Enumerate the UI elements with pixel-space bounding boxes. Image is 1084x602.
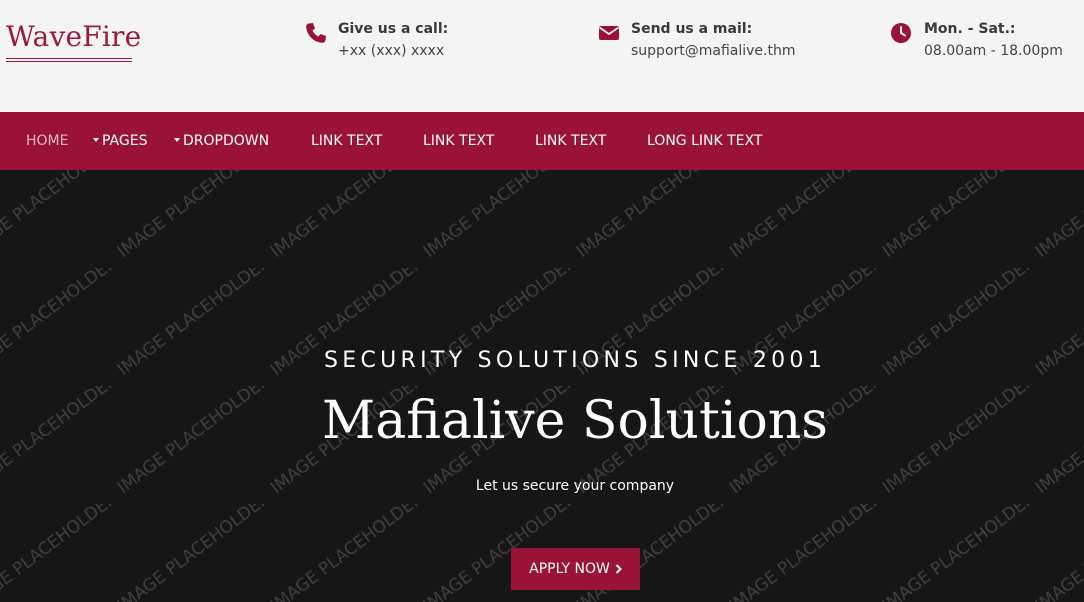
nav-link-1-label: LINK TEXT — [311, 133, 383, 149]
nav-long-link-label: LONG LINK TEXT — [647, 133, 763, 149]
hero-kicker: SECURITY SOLUTIONS SINCE 2001 — [323, 348, 827, 373]
contact-hours-title: Mon. - Sat.: — [924, 21, 1016, 37]
top-header: WaveFire Give us a call: +xx (xxx) xxxx … — [0, 0, 1084, 112]
nav-link-3-label: LINK TEXT — [535, 133, 607, 149]
chevron-right-icon — [615, 564, 622, 574]
image-placeholder-watermark: IMAGE PLACEHOLDER — [0, 170, 1084, 602]
contact-phone-value: +xx (xxx) xxxx — [338, 43, 445, 59]
contact-mail: Send us a mail: support@mafialive.thm — [597, 20, 796, 60]
nav-link-2[interactable]: LINK TEXT — [423, 112, 494, 170]
nav-pages-label: PAGES — [102, 133, 148, 149]
contact-phone-title: Give us a call: — [338, 21, 449, 37]
main-nav: HOME PAGES DROPDOWN LINK TEXT LINK TEXT … — [0, 112, 1084, 170]
site-logo[interactable]: WaveFire — [6, 20, 141, 53]
hero-banner: IMAGE PLACEHOLDER SECURITY SOLUTIONS SIN… — [0, 170, 1084, 602]
nav-long-link[interactable]: LONG LINK TEXT — [647, 112, 762, 170]
contact-hours: Mon. - Sat.: 08.00am - 18.00pm — [890, 20, 1063, 60]
nav-link-2-label: LINK TEXT — [423, 133, 495, 149]
contact-hours-value: 08.00am - 18.00pm — [924, 43, 1063, 59]
apply-now-label: APPLY NOW — [529, 561, 610, 577]
nav-home[interactable]: HOME — [26, 112, 68, 170]
nav-link-1[interactable]: LINK TEXT — [311, 112, 382, 170]
nav-link-3[interactable]: LINK TEXT — [535, 112, 606, 170]
hero-title: Mafialive Solutions — [322, 391, 828, 451]
nav-home-label: HOME — [26, 133, 69, 149]
logo-underline — [6, 58, 132, 62]
phone-icon — [306, 23, 326, 43]
contact-mail-title: Send us a mail: — [631, 21, 753, 37]
caret-down-icon — [174, 138, 180, 142]
caret-down-icon — [93, 138, 99, 142]
clock-icon — [891, 23, 911, 43]
contact-mail-value: support@mafialive.thm — [631, 43, 796, 59]
apply-now-button[interactable]: APPLY NOW — [511, 548, 640, 590]
nav-dropdown[interactable]: DROPDOWN — [174, 112, 269, 170]
contact-phone: Give us a call: +xx (xxx) xxxx — [304, 20, 448, 60]
hero-subtitle: Let us secure your company — [475, 478, 675, 494]
mail-icon — [598, 26, 620, 40]
nav-dropdown-label: DROPDOWN — [183, 133, 270, 149]
nav-pages[interactable]: PAGES — [93, 112, 147, 170]
